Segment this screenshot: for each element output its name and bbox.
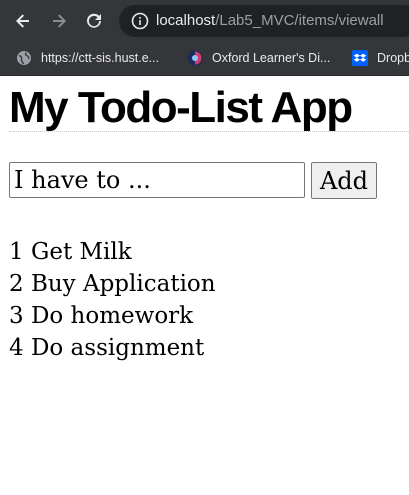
- bookmark-oxford[interactable]: Oxford Learner's Di...: [187, 48, 330, 68]
- bookmark-label: Oxford Learner's Di...: [212, 51, 331, 65]
- url-path: /Lab5_MVC/items/viewall: [215, 12, 384, 29]
- todo-text: Buy Application: [30, 271, 216, 297]
- bookmark-label: https://ctt-sis.hust.e...: [41, 51, 160, 65]
- todo-text: Do assignment: [30, 335, 205, 361]
- todo-item: 1 Get Milk: [9, 236, 216, 268]
- todo-id: 4: [9, 335, 24, 361]
- page-content: My Todo-List App Add 1 Get Milk 2 Buy Ap…: [0, 76, 409, 495]
- arrow-right-icon: [53, 14, 66, 28]
- forward-button[interactable]: [45, 7, 73, 35]
- url-host: localhost: [156, 12, 216, 29]
- todo-input[interactable]: [9, 162, 305, 198]
- todo-text: Do homework: [30, 303, 194, 329]
- bookmark-ctt-sis[interactable]: https://ctt-sis.hust.e...: [16, 48, 159, 68]
- todo-id: 1: [9, 239, 24, 265]
- reload-icon: [87, 13, 101, 28]
- add-button[interactable]: Add: [311, 162, 377, 199]
- todo-list: 1 Get Milk 2 Buy Application 3 Do homewo…: [9, 236, 216, 364]
- todo-item: 3 Do homework: [9, 300, 216, 332]
- bookmark-label: Dropb: [377, 51, 409, 65]
- dropbox-icon: [352, 50, 368, 66]
- bookmark-dropbox[interactable]: Dropb: [352, 48, 409, 68]
- todo-id: 3: [9, 303, 24, 329]
- url-text: localhost/Lab5_MVC/items/viewall: [156, 12, 384, 29]
- bookmarks-bar: https://ctt-sis.hust.e... Oxford Learner…: [0, 42, 409, 76]
- oxford-icon: [187, 50, 203, 66]
- info-icon[interactable]: [131, 12, 149, 30]
- reload-button[interactable]: [80, 7, 108, 35]
- globe-icon: [17, 51, 31, 65]
- todo-text: Get Milk: [30, 239, 132, 265]
- title-divider: [9, 131, 409, 132]
- back-button[interactable]: [9, 7, 37, 35]
- todo-item: 4 Do assignment: [9, 332, 216, 364]
- browser-toolbar: localhost/Lab5_MVC/items/viewall: [0, 0, 409, 42]
- todo-item: 2 Buy Application: [9, 268, 216, 300]
- address-bar[interactable]: localhost/Lab5_MVC/items/viewall: [119, 5, 409, 37]
- page-title: My Todo-List App: [9, 83, 353, 132]
- arrow-left-icon: [16, 14, 29, 28]
- todo-id: 2: [9, 271, 24, 297]
